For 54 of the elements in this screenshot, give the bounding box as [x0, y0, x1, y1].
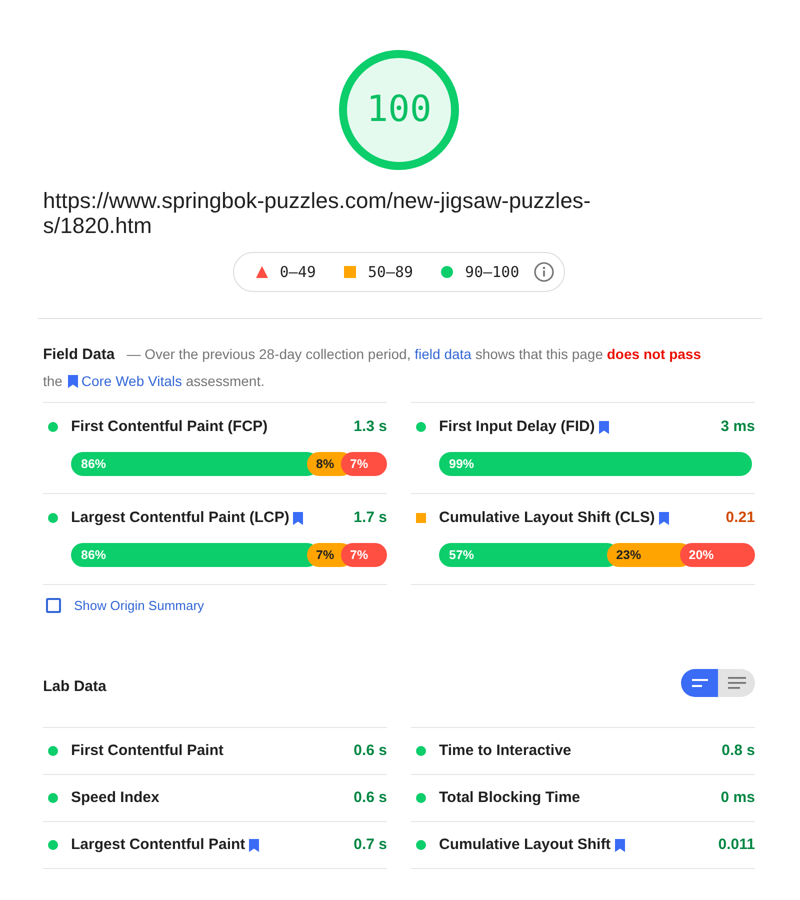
metric-name: Largest Contentful Paint (LCP)	[71, 508, 290, 528]
metric-name: Largest Contentful Paint	[71, 835, 246, 855]
status-dot-icon	[416, 840, 426, 850]
metric-name: Time to Interactive	[439, 741, 572, 761]
metric-value: 1.7 s	[354, 508, 387, 528]
status-dot-icon	[48, 513, 58, 523]
section-title: Lab Data	[43, 677, 106, 697]
status-dot-icon	[441, 266, 454, 278]
distribution-segment: 20%	[680, 543, 755, 567]
metric-name: First Input Delay (FID)	[439, 417, 595, 437]
metric-value: 0 ms	[720, 788, 755, 808]
distribution-segment: 7%	[341, 452, 387, 476]
bookmark-icon	[68, 375, 78, 388]
metric-value: 0.7 s	[354, 835, 387, 855]
legend-label: 90–100	[465, 263, 520, 281]
core-web-vitals-link[interactable]: Core Web Vitals	[81, 373, 182, 389]
metric-value: 0.21	[726, 508, 755, 528]
status-triangle-icon	[256, 266, 268, 278]
score-value: 100	[366, 92, 432, 128]
status-square-icon	[344, 266, 356, 278]
metric-name: First Contentful Paint (FCP)	[71, 417, 268, 437]
status-dot-icon	[416, 746, 426, 756]
distribution-segment: 99%	[439, 452, 752, 476]
status-dot-icon	[48, 793, 58, 803]
metric-value: 0.6 s	[354, 788, 387, 808]
info-icon[interactable]	[534, 262, 554, 282]
metric-name: Cumulative Layout Shift	[439, 835, 611, 855]
page-url: https://www.springbok-puzzles.com/new-jigsaw-puzzles-s/1820.htm	[43, 188, 592, 238]
status-dot-icon	[416, 793, 426, 803]
distribution-segment: 7%	[341, 543, 387, 567]
metric-name: Cumulative Layout Shift (CLS)	[439, 508, 655, 528]
metric-value: 0.8 s	[722, 741, 755, 761]
status-dot-icon	[48, 422, 58, 432]
metric-value: 3 ms	[720, 417, 755, 437]
show-origin-summary-option[interactable]: Show Origin Summary	[43, 595, 204, 615]
metric-name: Total Blocking Time	[439, 788, 580, 808]
view-toggle-button[interactable]	[681, 669, 718, 697]
metric-value: 1.3 s	[354, 417, 387, 437]
lines-icon	[728, 677, 746, 689]
status-dot-icon	[48, 840, 58, 850]
metric-value: 0.6 s	[354, 741, 387, 761]
view-toggle-button[interactable]	[718, 669, 755, 697]
checkbox[interactable]	[46, 598, 61, 612]
field-data-summary: Field Data — Over the previous 28-day collection period, field data shows that this page does not pass the Core Web Vitals assessment.	[43, 345, 702, 391]
legend-label: 0–49	[280, 263, 316, 281]
status-square-icon	[416, 513, 426, 523]
inline-link[interactable]: field data	[414, 346, 472, 362]
metric-value: 0.011	[718, 835, 755, 855]
status-dot-icon	[48, 746, 58, 756]
metric-name: First Contentful Paint	[71, 741, 224, 761]
status-dot-icon	[416, 422, 426, 432]
legend-label: 50–89	[368, 263, 414, 281]
metric-name: Speed Index	[71, 788, 160, 808]
lines-icon	[692, 679, 708, 687]
